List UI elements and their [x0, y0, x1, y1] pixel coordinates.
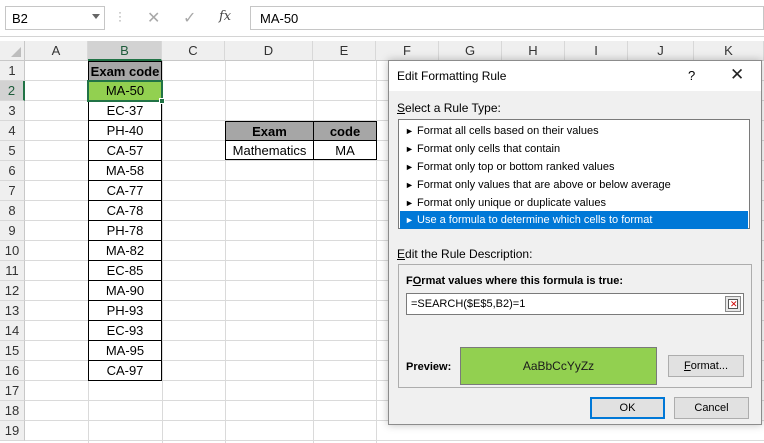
formula-input[interactable]: MA-50	[250, 6, 764, 30]
row-header-10[interactable]: 10	[0, 241, 25, 261]
select-all-corner[interactable]	[0, 41, 25, 61]
preview-swatch: AaBbCcYyZz	[460, 347, 657, 385]
rule-type-item[interactable]: ► Format only unique or duplicate values	[400, 194, 748, 212]
exam-code-cell[interactable]: CA-97	[88, 361, 162, 381]
arrow-icon: ►	[405, 198, 414, 208]
row-header-12[interactable]: 12	[0, 281, 25, 301]
range-select-icon[interactable]: ✕	[725, 296, 741, 312]
exam-code-cell[interactable]: MA-95	[88, 341, 162, 361]
cancel-icon[interactable]: ✕	[147, 8, 160, 28]
rule-type-item[interactable]: ► Format all cells based on their values	[400, 122, 748, 140]
rule-type-item[interactable]: ► Format only top or bottom ranked values	[400, 158, 748, 176]
formula-label: FOrmat values where this formula is true…	[406, 275, 624, 287]
row-header-15[interactable]: 15	[0, 341, 25, 361]
column-header-a[interactable]: A	[25, 41, 88, 61]
row-header-16[interactable]: 16	[0, 361, 25, 381]
close-icon[interactable]: ✕	[730, 65, 744, 85]
column-header-e[interactable]: E	[313, 41, 376, 61]
exam-code-cell[interactable]: MA-82	[88, 241, 162, 261]
rule-description-box: FOrmat values where this formula is true…	[398, 264, 752, 388]
name-box[interactable]: B2	[5, 6, 105, 30]
row-header-3[interactable]: 3	[0, 101, 25, 121]
exam-code-cell[interactable]: PH-93	[88, 301, 162, 321]
insert-function-icon[interactable]: fx	[219, 9, 231, 24]
formula-bar: B2 · · · ✕ ✓ fx MA-50	[0, 0, 764, 37]
fill-handle[interactable]	[159, 98, 165, 104]
active-cell-border	[87, 80, 165, 104]
formula-value: MA-50	[260, 11, 299, 26]
exam-code-cell[interactable]: PH-78	[88, 221, 162, 241]
rule-formula-value: =SEARCH($E$5,B2)=1	[411, 298, 526, 310]
row-header-6[interactable]: 6	[0, 161, 25, 181]
exam-code-cell[interactable]: MA-90	[88, 281, 162, 301]
arrow-icon: ►	[405, 144, 414, 154]
table-header-code[interactable]: code	[313, 121, 377, 141]
edit-rule-description-label: Edit the Rule Description:	[397, 247, 533, 261]
ok-button[interactable]: OK	[590, 397, 665, 419]
drag-handle-icon[interactable]: · · ·	[118, 6, 122, 26]
row-header-14[interactable]: 14	[0, 321, 25, 341]
column-header-k[interactable]: K	[694, 41, 764, 61]
exam-code-cell[interactable]: CA-77	[88, 181, 162, 201]
column-header-c[interactable]: C	[162, 41, 225, 61]
select-rule-type-label: Select a Rule Type:	[397, 101, 501, 115]
table-cell-code[interactable]: MA	[313, 140, 377, 160]
row-header-7[interactable]: 7	[0, 181, 25, 201]
table-cell-exam[interactable]: Mathematics	[225, 140, 314, 160]
rule-type-list[interactable]: ► Format all cells based on their values …	[398, 119, 750, 229]
rule-type-item[interactable]: ► Format only values that are above or be…	[400, 176, 748, 194]
column-header-i[interactable]: I	[565, 41, 628, 61]
dialog-title-bar[interactable]: Edit Formatting Rule ? ✕	[389, 61, 761, 91]
row-header-1[interactable]: 1	[0, 61, 25, 81]
name-box-value: B2	[12, 11, 28, 26]
rule-formula-input[interactable]: =SEARCH($E$5,B2)=1 ✕	[406, 293, 744, 315]
row-header-5[interactable]: 5	[0, 141, 25, 161]
row-header-4[interactable]: 4	[0, 121, 25, 141]
dialog-title: Edit Formatting Rule	[397, 69, 507, 83]
row-header-13[interactable]: 13	[0, 301, 25, 321]
column-header-d[interactable]: D	[225, 41, 313, 61]
help-icon[interactable]: ?	[688, 68, 695, 83]
preview-label: Preview:	[406, 361, 452, 373]
row-header-19[interactable]: 19	[0, 421, 25, 441]
exam-code-cell[interactable]: EC-85	[88, 261, 162, 281]
table-header-exam[interactable]: Exam	[225, 121, 314, 141]
exam-code-cell[interactable]: PH-40	[88, 121, 162, 141]
rule-type-item[interactable]: ► Format only cells that contain	[400, 140, 748, 158]
exam-code-cell[interactable]: MA-58	[88, 161, 162, 181]
format-button[interactable]: Format...	[668, 355, 744, 377]
row-header-11[interactable]: 11	[0, 261, 25, 281]
column-header-f[interactable]: F	[376, 41, 439, 61]
column-header-j[interactable]: J	[628, 41, 694, 61]
row-header-9[interactable]: 9	[0, 221, 25, 241]
exam-code-header[interactable]: Exam code	[88, 61, 162, 81]
arrow-icon: ►	[405, 126, 414, 136]
exam-code-cell[interactable]: CA-78	[88, 201, 162, 221]
rule-type-item-selected[interactable]: ► Use a formula to determine which cells …	[400, 211, 748, 229]
edit-formatting-rule-dialog: Edit Formatting Rule ? ✕ Select a Rule T…	[388, 60, 762, 425]
arrow-icon: ►	[405, 215, 414, 225]
enter-icon[interactable]: ✓	[183, 8, 196, 28]
exam-code-cell[interactable]: EC-93	[88, 321, 162, 341]
arrow-icon: ►	[405, 180, 414, 190]
chevron-down-icon[interactable]	[92, 14, 100, 19]
exam-code-cell[interactable]: CA-57	[88, 141, 162, 161]
exam-code-cell[interactable]: EC-37	[88, 101, 162, 121]
row-header-2[interactable]: 2	[0, 81, 25, 101]
column-header-h[interactable]: H	[502, 41, 565, 61]
arrow-icon: ►	[405, 162, 414, 172]
row-header-8[interactable]: 8	[0, 201, 25, 221]
row-header-18[interactable]: 18	[0, 401, 25, 421]
row-header-17[interactable]: 17	[0, 381, 25, 401]
column-header-g[interactable]: G	[439, 41, 502, 61]
column-header-b[interactable]: B	[88, 41, 162, 61]
cancel-button[interactable]: Cancel	[674, 397, 749, 419]
